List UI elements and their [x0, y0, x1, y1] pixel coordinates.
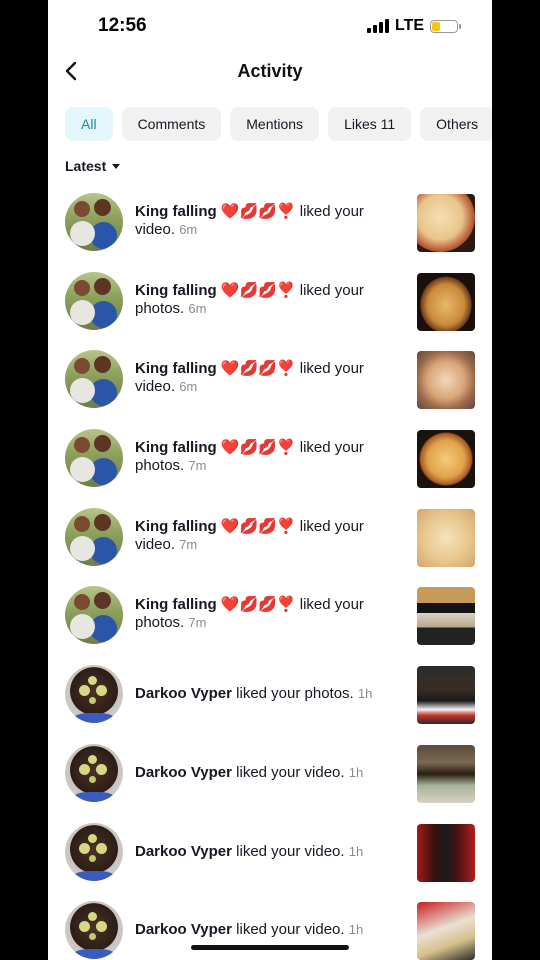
post-thumbnail[interactable]	[417, 351, 475, 410]
filter-tabs: All Comments Mentions Likes 11 Others	[65, 107, 492, 141]
notification-text: King falling ❤️💋💋❣️ liked your photos. 6…	[135, 282, 385, 318]
timestamp: 7m	[188, 615, 207, 631]
notification-action: liked your video.	[231, 842, 345, 860]
user-name[interactable]: King falling	[135, 203, 217, 220]
list-item[interactable]: King falling ❤️💋💋❣️ liked your photos. 6…	[48, 271, 492, 351]
name-emojis: ❤️💋💋❣️	[220, 596, 296, 614]
list-item[interactable]: King falling ❤️💋💋❣️ liked your video. 6m	[48, 193, 492, 272]
avatar[interactable]	[65, 271, 123, 330]
notification-action: liked your photos.	[231, 685, 354, 703]
notification-text: Darkoo Vyper liked your photos. 1h	[135, 685, 385, 703]
notification-text: King falling ❤️💋💋❣️ liked your photos. 7…	[135, 596, 385, 632]
tab-others[interactable]: Others	[420, 107, 492, 141]
notification-text: Darkoo Vyper liked your video. 1h	[135, 843, 385, 861]
page-title: Activity	[237, 61, 303, 81]
timestamp: 1h	[348, 764, 364, 780]
status-time: 12:56	[98, 15, 147, 36]
list-item[interactable]: King falling ❤️💋💋❣️ liked your photos. 7…	[48, 586, 492, 665]
list-item[interactable]: Darkoo Vyper liked your photos. 1h	[48, 665, 492, 744]
post-thumbnail[interactable]	[417, 666, 475, 725]
avatar[interactable]	[65, 901, 123, 960]
status-icons: LTE	[366, 17, 461, 35]
tab-comments[interactable]: Comments	[121, 107, 222, 141]
avatar[interactable]	[65, 193, 123, 251]
notification-text: Darkoo Vyper liked your video. 1h	[135, 764, 385, 782]
timestamp: 7m	[179, 536, 198, 552]
tab-all[interactable]: All	[65, 107, 113, 141]
notification-text: King falling ❤️💋💋❣️ liked your photos. 7…	[135, 439, 385, 475]
list-item[interactable]: Darkoo Vyper liked your video. 1h	[48, 743, 492, 823]
user-name[interactable]: King falling	[135, 360, 217, 377]
network-label: LTE	[394, 17, 424, 34]
post-thumbnail[interactable]	[417, 430, 475, 489]
tab-likes[interactable]: Likes 11	[328, 107, 412, 141]
notification-text: King falling ❤️💋💋❣️ liked your video. 6m	[135, 203, 385, 239]
avatar[interactable]	[65, 507, 123, 566]
timestamp: 1h	[357, 686, 373, 702]
list-item[interactable]: King falling ❤️💋💋❣️ liked your video. 6m	[48, 350, 492, 429]
sort-label: Latest	[65, 158, 107, 174]
tab-mentions[interactable]: Mentions	[230, 107, 320, 141]
post-thumbnail[interactable]	[417, 823, 475, 882]
activity-screen: 12:56 LTE Activity All Comments Mentions…	[48, 0, 492, 960]
notification-text: King falling ❤️💋💋❣️ liked your video. 7m	[135, 518, 385, 554]
timestamp: 6m	[188, 300, 207, 316]
notification-list: King falling ❤️💋💋❣️ liked your video. 6m…	[48, 193, 492, 960]
timestamp: 6m	[179, 222, 198, 237]
post-thumbnail[interactable]	[417, 587, 475, 646]
notification-action: liked your video.	[231, 763, 345, 781]
user-name[interactable]: King falling	[135, 518, 217, 535]
user-name[interactable]: Darkoo Vyper	[135, 685, 232, 702]
list-item[interactable]: King falling ❤️💋💋❣️ liked your video. 7m	[48, 507, 492, 587]
name-emojis: ❤️💋💋❣️	[220, 203, 296, 220]
avatar[interactable]	[65, 350, 123, 409]
post-thumbnail[interactable]	[417, 902, 475, 960]
user-name[interactable]: King falling	[135, 282, 217, 299]
caret-down-icon	[112, 163, 121, 169]
user-name[interactable]: Darkoo Vyper	[135, 843, 232, 860]
avatar[interactable]	[65, 586, 123, 645]
signal-icon	[366, 19, 389, 33]
notification-text: King falling ❤️💋💋❣️ liked your video. 6m	[135, 360, 385, 396]
notification-action: liked your video.	[231, 921, 345, 939]
name-emojis: ❤️💋💋❣️	[220, 517, 296, 535]
user-name[interactable]: King falling	[135, 439, 217, 456]
name-emojis: ❤️💋💋❣️	[220, 281, 296, 299]
home-indicator[interactable]	[191, 945, 349, 950]
name-emojis: ❤️💋💋❣️	[220, 439, 296, 457]
notification-text: Darkoo Vyper liked your video. 1h	[135, 921, 385, 939]
post-thumbnail[interactable]	[417, 194, 475, 252]
timestamp: 7m	[188, 458, 207, 474]
post-thumbnail[interactable]	[417, 508, 475, 567]
sort-dropdown[interactable]: Latest	[65, 158, 121, 174]
avatar[interactable]	[65, 429, 123, 488]
avatar[interactable]	[65, 665, 123, 724]
battery-icon	[430, 19, 461, 33]
name-emojis: ❤️💋💋❣️	[220, 360, 296, 378]
user-name[interactable]: Darkoo Vyper	[135, 764, 232, 781]
list-item[interactable]: King falling ❤️💋💋❣️ liked your photos. 7…	[48, 429, 492, 508]
list-item[interactable]: Darkoo Vyper liked your video. 1h	[48, 822, 492, 902]
list-item[interactable]: Darkoo Vyper liked your video. 1h	[48, 901, 492, 960]
user-name[interactable]: King falling	[135, 596, 217, 613]
timestamp: 1h	[348, 843, 364, 859]
timestamp: 6m	[179, 379, 198, 395]
user-name[interactable]: Darkoo Vyper	[135, 921, 232, 938]
avatar[interactable]	[65, 743, 123, 802]
avatar[interactable]	[65, 822, 123, 881]
post-thumbnail[interactable]	[417, 744, 475, 803]
timestamp: 1h	[348, 922, 364, 938]
post-thumbnail[interactable]	[417, 272, 475, 331]
